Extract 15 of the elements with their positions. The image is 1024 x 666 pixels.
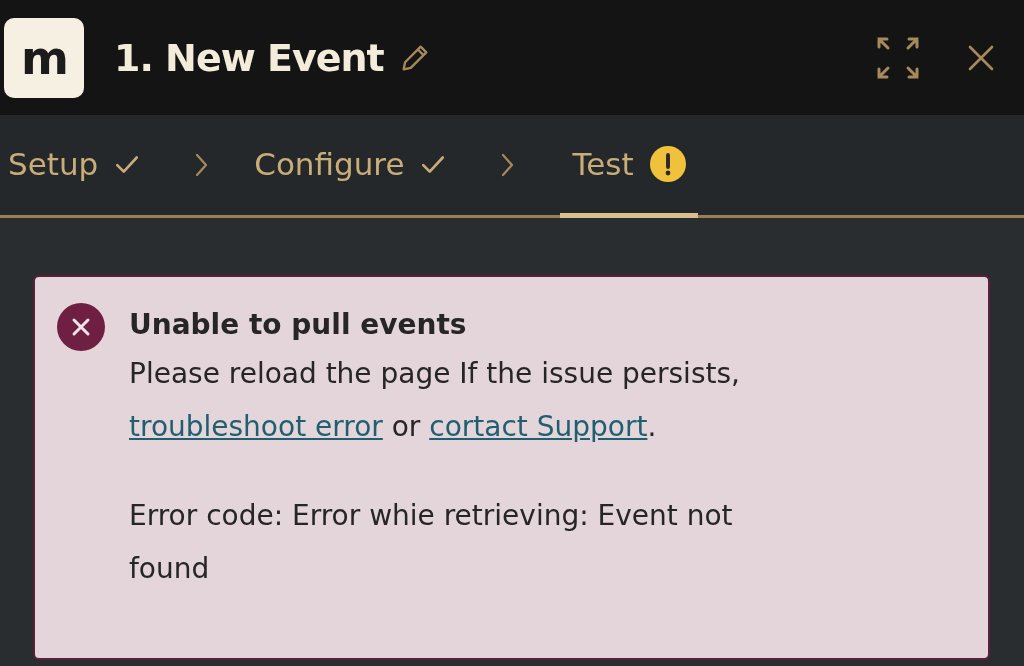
- error-code-text: Error code: Error whie retrieving: Event not found: [129, 498, 734, 587]
- step-tab[interactable]: Setup: [8, 115, 153, 218]
- text-link[interactable]: cortact Support: [429, 410, 648, 443]
- close-icon[interactable]: [968, 44, 994, 71]
- alert-title: Unable to pull events: [129, 307, 468, 343]
- text-link[interactable]: troubleshoot error: [129, 410, 383, 443]
- chevron-icon: [194, 153, 209, 177]
- app-logo: m: [4, 17, 84, 98]
- chevron-icon: [500, 153, 515, 177]
- error-icon: [57, 303, 105, 351]
- window-title: 1. New Event: [114, 35, 384, 80]
- expand-icon[interactable]: [876, 35, 920, 80]
- alert-message: Please reload the page If the issue persists, troubleshoot error or cortact Support.: [129, 356, 741, 445]
- step-tab[interactable]: Test: [560, 115, 698, 218]
- step-tab[interactable]: Configure: [254, 115, 459, 218]
